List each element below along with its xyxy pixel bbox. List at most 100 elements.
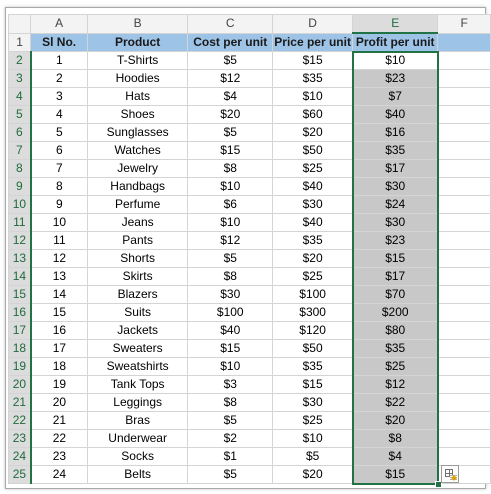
cell-sl-no[interactable]: 8	[30, 177, 89, 196]
cell-sl-no[interactable]: 4	[30, 105, 89, 124]
cell-cost[interactable]: $5	[187, 123, 274, 142]
cell-price[interactable]: $60	[272, 105, 354, 124]
cell-f[interactable]	[437, 51, 491, 70]
cell-f[interactable]	[437, 303, 491, 322]
cell-product[interactable]: Sweaters	[87, 339, 189, 358]
cell-price[interactable]: $10	[272, 429, 354, 448]
row-header[interactable]: 25	[7, 465, 32, 484]
cell-profit[interactable]: $17	[352, 267, 439, 286]
cell-profit[interactable]: $4	[352, 447, 439, 466]
row-header[interactable]: 3	[7, 69, 32, 88]
row-header[interactable]: 1	[7, 32, 32, 52]
cell-price[interactable]: $20	[272, 249, 354, 268]
cell-price[interactable]: $35	[272, 69, 354, 88]
cell-f[interactable]	[437, 375, 491, 394]
cell-price[interactable]: $40	[272, 213, 354, 232]
column-header-b[interactable]: B	[87, 14, 189, 34]
header-cell-product[interactable]: Product	[87, 32, 189, 52]
cell-f[interactable]	[437, 141, 491, 160]
cell-sl-no[interactable]: 12	[30, 249, 89, 268]
cell-profit[interactable]: $17	[352, 159, 439, 178]
row-header[interactable]: 10	[7, 195, 32, 214]
cell-price[interactable]: $5	[272, 447, 354, 466]
cell-product[interactable]: Underwear	[87, 429, 189, 448]
cell-profit[interactable]: $30	[352, 213, 439, 232]
column-header-e[interactable]: E	[352, 14, 439, 34]
cell-price[interactable]: $15	[272, 51, 354, 70]
cell-sl-no[interactable]: 14	[30, 285, 89, 304]
cell-sl-no[interactable]: 13	[30, 267, 89, 286]
row-header[interactable]: 24	[7, 447, 32, 466]
header-cell-price[interactable]: Price per unit	[272, 32, 354, 52]
cell-profit[interactable]: $15	[352, 465, 439, 484]
row-header[interactable]: 15	[7, 285, 32, 304]
cell-sl-no[interactable]: 23	[30, 447, 89, 466]
cell-product[interactable]: Blazers	[87, 285, 189, 304]
cell-price[interactable]: $35	[272, 231, 354, 250]
cell-f[interactable]	[437, 105, 491, 124]
cell-sl-no[interactable]: 7	[30, 159, 89, 178]
row-header[interactable]: 13	[7, 249, 32, 268]
cell-sl-no[interactable]: 24	[30, 465, 89, 484]
cell-product[interactable]: Jackets	[87, 321, 189, 340]
cell-profit[interactable]: $30	[352, 177, 439, 196]
cell-product[interactable]: Leggings	[87, 393, 189, 412]
cell-cost[interactable]: $3	[187, 375, 274, 394]
row-header[interactable]: 20	[7, 375, 32, 394]
row-header[interactable]: 14	[7, 267, 32, 286]
cell-cost[interactable]: $5	[187, 411, 274, 430]
cell-sl-no[interactable]: 3	[30, 87, 89, 106]
cell-product[interactable]: Shoes	[87, 105, 189, 124]
row-header[interactable]: 17	[7, 321, 32, 340]
cell-cost[interactable]: $10	[187, 357, 274, 376]
cell-cost[interactable]: $4	[187, 87, 274, 106]
cell-profit[interactable]: $70	[352, 285, 439, 304]
cell-cost[interactable]: $10	[187, 177, 274, 196]
quick-analysis-icon[interactable]	[440, 464, 459, 483]
select-all-corner[interactable]	[7, 14, 32, 34]
cell-price[interactable]: $20	[272, 465, 354, 484]
cell-profit[interactable]: $20	[352, 411, 439, 430]
cell-f[interactable]	[437, 285, 491, 304]
column-header-f[interactable]: F	[437, 14, 491, 34]
cell-cost[interactable]: $8	[187, 267, 274, 286]
cell-profit[interactable]: $24	[352, 195, 439, 214]
cell-sl-no[interactable]: 17	[30, 339, 89, 358]
cell-product[interactable]: Skirts	[87, 267, 189, 286]
cell-f[interactable]	[437, 231, 491, 250]
row-header[interactable]: 5	[7, 105, 32, 124]
row-header[interactable]: 6	[7, 123, 32, 142]
cell-sl-no[interactable]: 11	[30, 231, 89, 250]
cell-f[interactable]	[437, 267, 491, 286]
cell-product[interactable]: Tank Tops	[87, 375, 189, 394]
cell-profit[interactable]: $12	[352, 375, 439, 394]
cell-cost[interactable]: $8	[187, 159, 274, 178]
cell-price[interactable]: $15	[272, 375, 354, 394]
cell-cost[interactable]: $20	[187, 105, 274, 124]
row-header[interactable]: 12	[7, 231, 32, 250]
cell-product[interactable]: Pants	[87, 231, 189, 250]
cell-cost[interactable]: $40	[187, 321, 274, 340]
cell-f[interactable]	[437, 321, 491, 340]
cell-profit[interactable]: $25	[352, 357, 439, 376]
cell-profit[interactable]: $40	[352, 105, 439, 124]
row-header[interactable]: 7	[7, 141, 32, 160]
cell-price[interactable]: $25	[272, 159, 354, 178]
cell-product[interactable]: Watches	[87, 141, 189, 160]
cell-product[interactable]: Handbags	[87, 177, 189, 196]
cell-product[interactable]: Sweatshirts	[87, 357, 189, 376]
cell-sl-no[interactable]: 1	[30, 51, 89, 70]
cell-product[interactable]: Suits	[87, 303, 189, 322]
cell-product[interactable]: Perfume	[87, 195, 189, 214]
cell-profit[interactable]: $8	[352, 429, 439, 448]
cell-profit[interactable]: $16	[352, 123, 439, 142]
cell-price[interactable]: $35	[272, 357, 354, 376]
cell-f[interactable]	[437, 249, 491, 268]
cell-sl-no[interactable]: 21	[30, 411, 89, 430]
cell-profit[interactable]: $35	[352, 141, 439, 160]
row-header[interactable]: 2	[7, 51, 32, 70]
cell-price[interactable]: $25	[272, 411, 354, 430]
cell-product[interactable]: Hoodies	[87, 69, 189, 88]
row-header[interactable]: 11	[7, 213, 32, 232]
cell-f[interactable]	[437, 357, 491, 376]
